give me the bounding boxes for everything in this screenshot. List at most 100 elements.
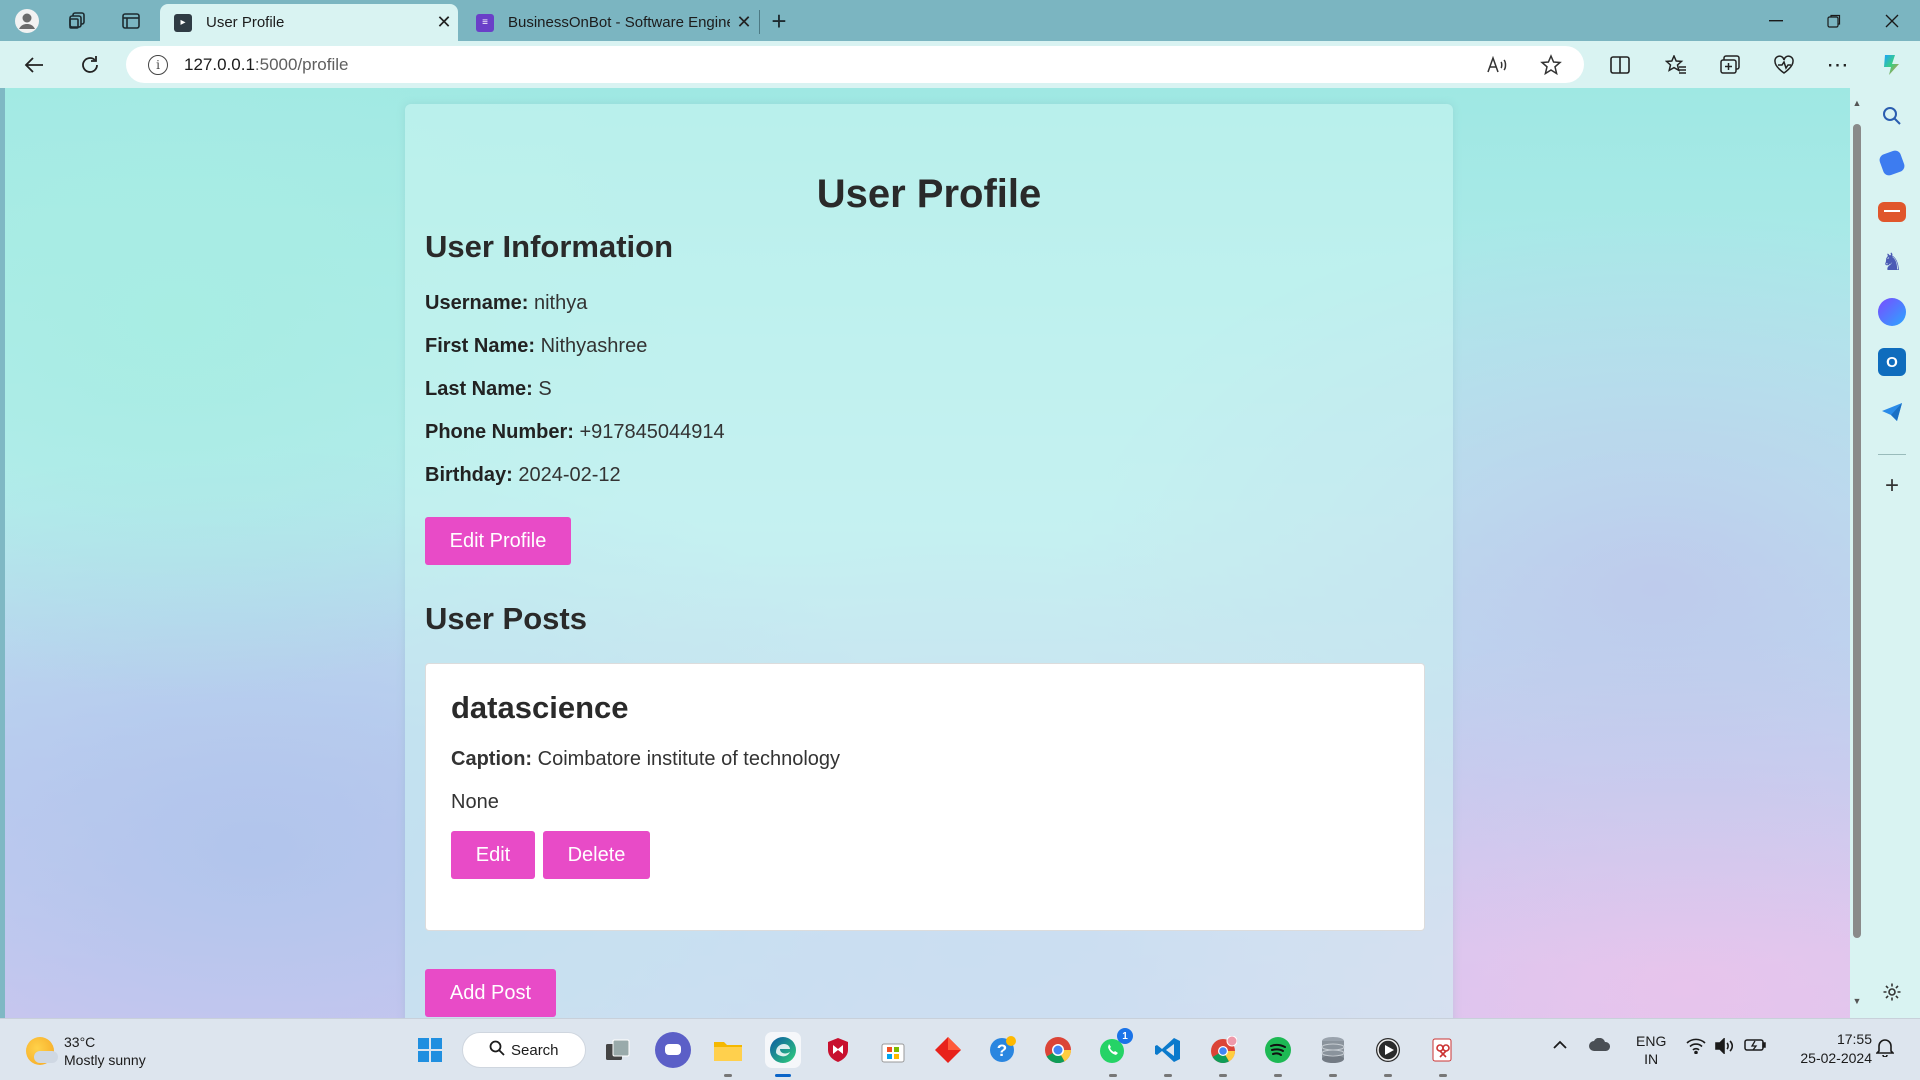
sidebar-settings-gear-icon[interactable]: [1878, 978, 1906, 1006]
edit-post-button[interactable]: Edit: [451, 831, 535, 879]
edge-browser-icon[interactable]: [765, 1032, 801, 1068]
scroll-up-arrow-icon[interactable]: ▲: [1852, 98, 1862, 108]
minimize-button[interactable]: [1748, 0, 1804, 41]
teams-chat-icon[interactable]: [655, 1032, 691, 1068]
restore-button[interactable]: [1806, 0, 1862, 41]
onedrive-cloud-icon[interactable]: [1588, 1037, 1612, 1055]
chrome-profile-icon[interactable]: [1205, 1032, 1241, 1068]
task-view-icon[interactable]: [600, 1032, 636, 1068]
whatsapp-icon[interactable]: 1: [1095, 1028, 1133, 1068]
collections-icon[interactable]: [1714, 49, 1746, 81]
weather-widget[interactable]: 33°C Mostly sunny: [26, 1033, 146, 1069]
terminal-favicon-icon: ▸: [174, 13, 192, 32]
post-caption: Caption: Coimbatore institute of technol…: [451, 748, 841, 770]
read-aloud-icon[interactable]: [1484, 52, 1510, 78]
address-bar[interactable]: i 127.0.0.1:5000/profile: [126, 46, 1584, 83]
help-question-icon[interactable]: ?: [985, 1032, 1021, 1068]
favorite-star-icon[interactable]: [1538, 52, 1564, 78]
snipping-tool-icon[interactable]: [1425, 1032, 1461, 1068]
user-posts-heading: User Posts: [425, 601, 587, 636]
first-name-line: First Name: Nithyashree: [425, 335, 648, 357]
volume-icon[interactable]: [1714, 1037, 1734, 1057]
page-title: User Profile: [816, 172, 1042, 216]
running-indicator: [1164, 1074, 1172, 1077]
browser-toolbar: i 127.0.0.1:5000/profile ⋯: [0, 41, 1920, 88]
system-clock[interactable]: 17:55 25-02-2024: [1782, 1030, 1872, 1068]
taskbar-search-box[interactable]: Search: [462, 1032, 586, 1068]
favorites-icon[interactable]: [1660, 49, 1692, 81]
post-extra-text: None: [451, 791, 499, 813]
microsoft-365-icon[interactable]: [1878, 298, 1906, 326]
clock-time: 17:55: [1836, 1031, 1872, 1047]
list-favicon-icon: ≡: [476, 13, 494, 32]
reload-button[interactable]: [74, 49, 106, 81]
birthday-line: Birthday: 2024-02-12: [425, 464, 621, 486]
close-tab-icon[interactable]: ✕: [730, 12, 758, 33]
media-player-icon[interactable]: [1370, 1032, 1406, 1068]
edit-profile-button[interactable]: Edit Profile: [425, 517, 571, 565]
running-indicator: [1274, 1074, 1282, 1077]
spotify-icon[interactable]: [1260, 1032, 1296, 1068]
vertical-scrollbar[interactable]: ▲ ▼: [1850, 88, 1864, 1018]
start-windows-icon[interactable]: [412, 1032, 448, 1068]
red-diamond-app-icon[interactable]: [930, 1032, 966, 1068]
notification-bell-icon[interactable]: [1875, 1037, 1895, 1060]
scroll-down-arrow-icon[interactable]: ▼: [1852, 996, 1862, 1006]
wifi-icon[interactable]: [1686, 1038, 1706, 1057]
running-indicator: [724, 1074, 732, 1077]
tab-user-profile[interactable]: ▸ User Profile ✕: [160, 4, 458, 41]
tab-separator: [759, 10, 760, 34]
profile-icon[interactable]: [12, 6, 42, 36]
close-window-button[interactable]: [1864, 0, 1920, 41]
post-card: datascience Caption: Coimbatore institut…: [425, 663, 1425, 931]
tools-briefcase-icon[interactable]: [1878, 202, 1906, 222]
browser-essentials-icon[interactable]: [1768, 49, 1800, 81]
tab-strip: ▸ User Profile ✕ ≡ BusinessOnBot - Softw…: [0, 0, 1920, 41]
chrome-icon[interactable]: [1040, 1032, 1076, 1068]
tab-title: User Profile: [206, 14, 285, 31]
scrollbar-thumb[interactable]: [1853, 124, 1861, 938]
microsoft-store-icon[interactable]: [875, 1032, 911, 1068]
mcafee-shield-icon[interactable]: [820, 1032, 856, 1068]
clock-date: 25-02-2024: [1800, 1050, 1872, 1066]
svg-text:?: ?: [997, 1041, 1007, 1060]
add-sidebar-app-icon[interactable]: +: [1878, 472, 1906, 500]
running-indicator: [1384, 1074, 1392, 1077]
new-tab-button[interactable]: +: [764, 6, 794, 36]
site-info-icon[interactable]: i: [148, 54, 168, 75]
running-indicator: [1329, 1074, 1337, 1077]
copilot-icon[interactable]: [1876, 49, 1908, 81]
running-indicator: [1109, 1074, 1117, 1077]
running-indicator: [1439, 1074, 1447, 1077]
back-button[interactable]: [18, 49, 50, 81]
show-hidden-icons-chevron-icon[interactable]: [1552, 1037, 1568, 1053]
send-telegram-icon[interactable]: [1878, 398, 1906, 426]
profile-card: User Profile User Information Username: …: [405, 104, 1453, 1018]
sidebar-divider: [1878, 454, 1906, 455]
shopping-tag-icon[interactable]: [1877, 148, 1907, 178]
delete-post-button[interactable]: Delete: [543, 831, 650, 879]
battery-icon[interactable]: [1744, 1038, 1766, 1055]
workspaces-icon[interactable]: [62, 6, 92, 36]
vscode-icon[interactable]: [1150, 1032, 1186, 1068]
add-post-button[interactable]: Add Post: [425, 969, 556, 1017]
search-label: Search: [511, 1041, 559, 1059]
file-explorer-icon[interactable]: [710, 1032, 746, 1068]
close-tab-icon[interactable]: ✕: [430, 12, 458, 33]
tab-actions-icon[interactable]: [116, 6, 146, 36]
language-indicator[interactable]: ENG IN: [1636, 1032, 1666, 1068]
tab-businessonbot[interactable]: ≡ BusinessOnBot - Software Engine ✕: [462, 4, 758, 41]
weather-condition: Mostly sunny: [64, 1052, 146, 1068]
more-options-icon[interactable]: ⋯: [1822, 49, 1854, 81]
weather-sun-icon: [26, 1037, 58, 1065]
url-text[interactable]: 127.0.0.1:5000/profile: [184, 55, 348, 75]
post-title: datascience: [451, 690, 629, 725]
split-screen-icon[interactable]: [1604, 49, 1636, 81]
windows-taskbar: 33°C Mostly sunny Search ? 1 ENG IN 17:5…: [0, 1018, 1920, 1080]
games-chess-icon[interactable]: ♞: [1878, 248, 1906, 276]
search-icon[interactable]: [1878, 102, 1906, 130]
username-line: Username: nithya: [425, 292, 588, 314]
outlook-icon[interactable]: O: [1878, 348, 1906, 376]
page-viewport: User Profile User Information Username: …: [5, 88, 1850, 1018]
database-icon[interactable]: [1315, 1032, 1351, 1068]
